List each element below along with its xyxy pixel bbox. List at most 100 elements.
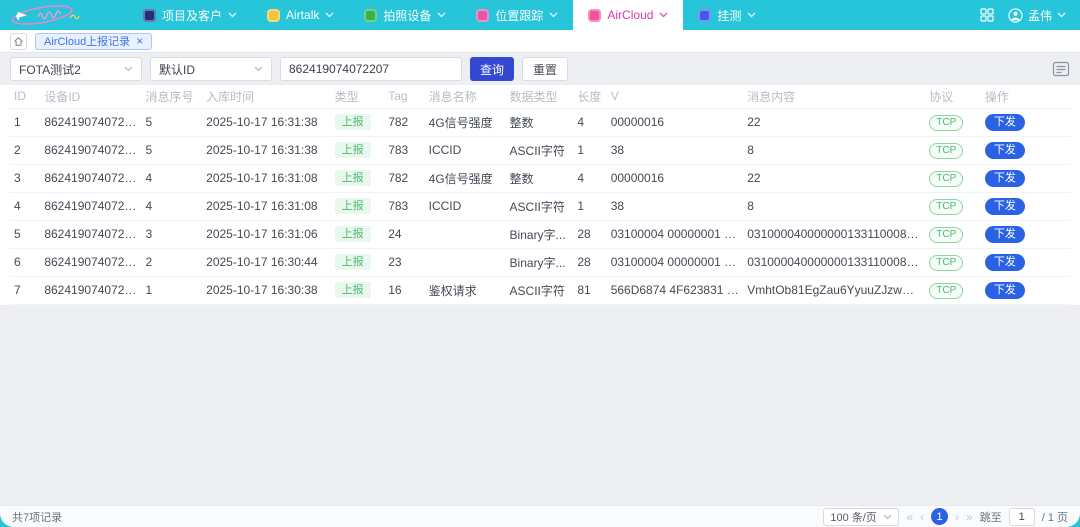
send-button[interactable]: 下发 <box>985 198 1025 215</box>
cell-device-id: 862419074072207 <box>40 220 141 248</box>
projects-icon <box>143 9 156 22</box>
cell-seq: 1 <box>141 276 202 304</box>
chevron-down-icon <box>228 12 237 18</box>
record-count: 共7项记录 <box>12 509 62 525</box>
search-button[interactable]: 查询 <box>470 57 514 81</box>
send-button[interactable]: 下发 <box>985 254 1025 271</box>
cell-device-id: 862419074072207 <box>40 192 141 220</box>
cell-data-type: 整数 <box>506 108 574 136</box>
cell-time: 2025-10-17 16:30:44 <box>202 248 330 276</box>
prev-page-button[interactable]: ‹ <box>920 510 924 524</box>
cell-v: 566D6874 4F623831 45675A61 7... <box>607 276 744 304</box>
cell-action: 下发 <box>981 220 1070 248</box>
chevron-down-icon <box>549 12 558 18</box>
cell-protocol: TCP <box>925 248 981 276</box>
cell-type: 上报 <box>331 192 385 220</box>
cell-id: 5 <box>10 220 40 248</box>
cell-msg-name: 鉴权请求 <box>425 276 506 304</box>
project-select[interactable]: FOTA测试2 <box>10 57 142 81</box>
records-table-region: ID设备ID消息序号入库时间类型Tag消息名称数据类型长度V消息内容协议操作 1… <box>0 85 1080 305</box>
cell-tag: 24 <box>384 220 424 248</box>
send-button[interactable]: 下发 <box>985 114 1025 131</box>
next-page-button[interactable]: › <box>955 510 959 524</box>
type-badge: 上报 <box>335 114 371 130</box>
cell-length: 81 <box>573 276 606 304</box>
pagination: 100 条/页 « ‹ 1 › » 跳至 / 1 页 <box>823 508 1068 526</box>
tabbar: AirCloud上报记录 × <box>0 30 1080 53</box>
protocol-badge: TCP <box>929 227 963 243</box>
nav-item-projects[interactable]: 项目及客户 <box>128 0 252 30</box>
send-button[interactable]: 下发 <box>985 226 1025 243</box>
filterbar: FOTA测试2 默认ID 查询 重置 <box>0 55 1080 83</box>
chevron-down-icon <box>124 66 133 72</box>
page-size-select[interactable]: 100 条/页 <box>823 508 899 526</box>
type-badge: 上报 <box>335 198 371 214</box>
column-settings-icon[interactable] <box>1052 61 1070 77</box>
protocol-badge: TCP <box>929 171 963 187</box>
cell-length: 4 <box>573 108 606 136</box>
first-page-button[interactable]: « <box>906 510 913 524</box>
cell-content: VmhtOb81EgZau6YyuuZJzwF6oU... <box>743 276 925 304</box>
cell-type: 上报 <box>331 164 385 192</box>
topbar-right: 孟伟 <box>980 0 1080 30</box>
tab-aircloud-records[interactable]: AirCloud上报记录 × <box>35 33 152 50</box>
cell-msg-name: ICCID <box>425 192 506 220</box>
jump-page-input[interactable] <box>1009 508 1035 526</box>
cell-protocol: TCP <box>925 276 981 304</box>
table-row: 786241907407220712025-10-17 16:30:38上报16… <box>10 276 1070 304</box>
send-button[interactable]: 下发 <box>985 282 1025 299</box>
project-select-value: FOTA测试2 <box>19 61 81 78</box>
nav-item-label: 位置跟踪 <box>495 7 543 24</box>
cell-data-type: ASCII字符 <box>506 276 574 304</box>
device-id-input[interactable] <box>280 57 462 81</box>
close-icon[interactable]: × <box>136 35 143 47</box>
column-header: 设备ID <box>40 85 141 108</box>
nav-item-inspection[interactable]: 挂测 <box>683 0 771 30</box>
apps-icon[interactable] <box>980 8 994 22</box>
nav-item-camera[interactable]: 拍照设备 <box>349 0 461 30</box>
cell-time: 2025-10-17 16:31:08 <box>202 164 330 192</box>
protocol-badge: TCP <box>929 283 963 299</box>
column-header: 操作 <box>981 85 1070 108</box>
current-page-button[interactable]: 1 <box>931 508 948 525</box>
cell-tag: 16 <box>384 276 424 304</box>
column-header: 长度 <box>573 85 606 108</box>
type-badge: 上报 <box>335 142 371 158</box>
cell-tag: 23 <box>384 248 424 276</box>
cell-type: 上报 <box>331 108 385 136</box>
home-button[interactable] <box>10 33 27 50</box>
protocol-badge: TCP <box>929 199 963 215</box>
empty-area <box>0 305 1080 506</box>
cell-v: 38 <box>607 192 744 220</box>
camera-icon <box>364 9 377 22</box>
last-page-button[interactable]: » <box>966 510 973 524</box>
user-menu[interactable]: 孟伟 <box>1008 7 1066 24</box>
nav-item-aircloud[interactable]: AirCloud <box>573 0 683 30</box>
table-header-row: ID设备ID消息序号入库时间类型Tag消息名称数据类型长度V消息内容协议操作 <box>10 85 1070 108</box>
cell-v: 00000016 <box>607 108 744 136</box>
cell-content: 0310000400000001331100087 46... <box>743 220 925 248</box>
logo-graphic <box>8 3 126 27</box>
reset-button[interactable]: 重置 <box>522 57 568 81</box>
send-button[interactable]: 下发 <box>985 142 1025 159</box>
cell-id: 7 <box>10 276 40 304</box>
cell-length: 1 <box>573 136 606 164</box>
footer: 共7项记录 100 条/页 « ‹ 1 › » 跳至 / 1 页 <box>0 505 1080 527</box>
nav-item-tracking[interactable]: 位置跟踪 <box>461 0 573 30</box>
cell-device-id: 862419074072207 <box>40 164 141 192</box>
protocol-badge: TCP <box>929 255 963 271</box>
cell-id: 4 <box>10 192 40 220</box>
cell-content: 22 <box>743 108 925 136</box>
send-button[interactable]: 下发 <box>985 170 1025 187</box>
chevron-down-icon <box>437 12 446 18</box>
cell-device-id: 862419074072207 <box>40 136 141 164</box>
cell-action: 下发 <box>981 248 1070 276</box>
cell-msg-name: 4G信号强度 <box>425 108 506 136</box>
cell-tag: 782 <box>384 108 424 136</box>
jump-label: 跳至 <box>980 509 1002 525</box>
column-header: 类型 <box>331 85 385 108</box>
cell-seq: 2 <box>141 248 202 276</box>
message-id-select[interactable]: 默认ID <box>150 57 272 81</box>
cell-seq: 5 <box>141 136 202 164</box>
nav-item-airtalk[interactable]: Airtalk <box>252 0 349 30</box>
